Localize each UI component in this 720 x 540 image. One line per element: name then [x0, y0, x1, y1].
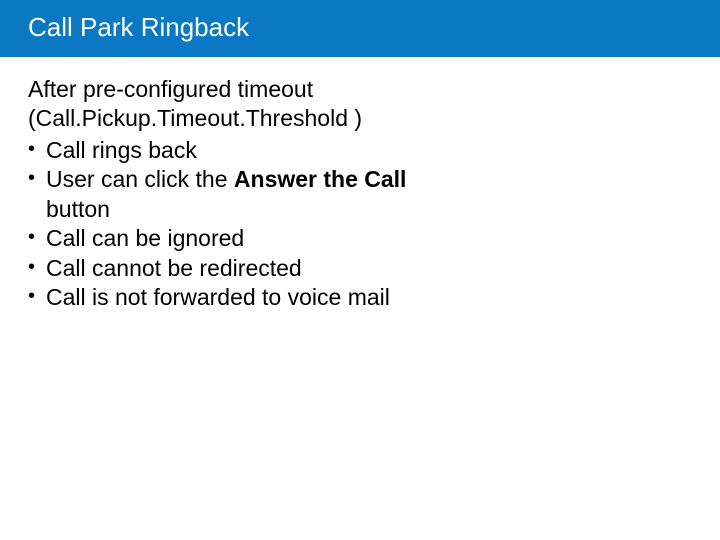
- bullet-list: Call rings back User can click the Answe…: [28, 136, 472, 313]
- list-item: Call is not forwarded to voice mail: [28, 283, 472, 312]
- list-item: Call can be ignored: [28, 224, 472, 253]
- intro-line-1: After pre-configured timeout: [28, 76, 313, 102]
- slide-body: After pre-configured timeout (Call.Picku…: [0, 57, 500, 313]
- intro-line-2: (Call.Pickup.Timeout.Threshold ): [28, 105, 362, 131]
- bullet-text: Call rings back: [46, 137, 197, 163]
- slide-title: Call Park Ringback: [0, 0, 720, 57]
- slide: Call Park Ringback After pre-configured …: [0, 0, 720, 540]
- bullet-text-pre: User can click the: [46, 166, 234, 192]
- list-item: Call cannot be redirected: [28, 254, 472, 283]
- intro-text: After pre-configured timeout (Call.Picku…: [28, 75, 472, 134]
- bullet-text-post: button: [46, 196, 110, 222]
- bullet-text-bold: Answer the Call: [234, 166, 407, 192]
- list-item: Call rings back: [28, 136, 472, 165]
- list-item: User can click the Answer the Call butto…: [28, 165, 472, 224]
- bullet-text: Call is not forwarded to voice mail: [46, 284, 390, 310]
- bullet-text: Call can be ignored: [46, 225, 244, 251]
- bullet-text: Call cannot be redirected: [46, 255, 302, 281]
